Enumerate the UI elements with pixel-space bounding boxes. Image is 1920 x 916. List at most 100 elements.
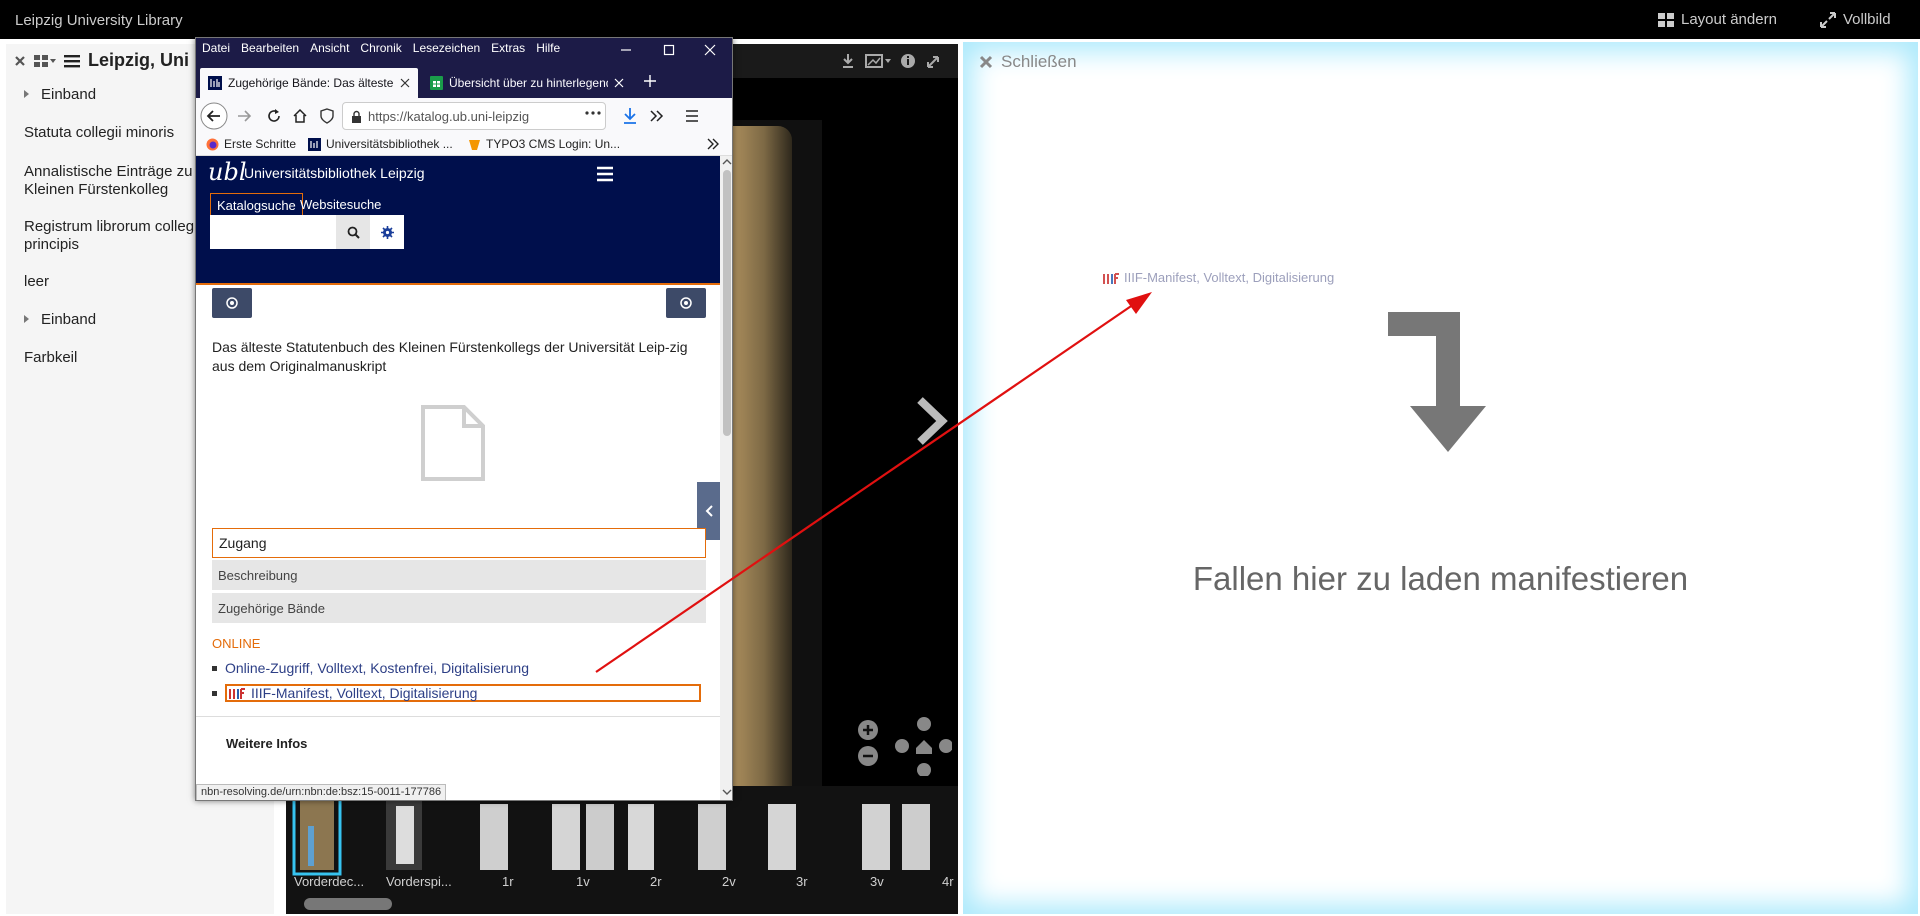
minimize-icon[interactable]: [618, 42, 634, 58]
tab-close-icon[interactable]: [400, 78, 410, 88]
zoom-pan-controls[interactable]: [856, 716, 952, 776]
next-page-chevron-icon[interactable]: [914, 396, 950, 446]
toc-item-label: Registrum librorum collegii principis: [24, 218, 201, 253]
browser-navigation-bar: https://katalog.ub.uni-leipzig: [196, 98, 732, 134]
layout-change-button[interactable]: Layout ändern: [1658, 11, 1777, 28]
caret-right-icon[interactable]: [24, 315, 29, 323]
horizontal-scrollbar-thumb[interactable]: [304, 898, 392, 910]
ubl-favicon-icon: [308, 137, 321, 151]
iiif-manifest-link[interactable]: IIIF-Manifest, Volltext, Digitalisierung: [225, 684, 701, 702]
menu-item-extras[interactable]: Extras: [491, 41, 525, 55]
bookmark-item[interactable]: Universitätsbibliothek ...: [308, 137, 453, 151]
page-actions-icon[interactable]: [584, 105, 602, 121]
scroll-down-icon[interactable]: [722, 788, 732, 796]
gear-icon: [380, 225, 394, 239]
close-window-icon[interactable]: [702, 42, 718, 58]
thumbnail-label: 2v: [722, 874, 736, 889]
close-icon[interactable]: [14, 55, 26, 67]
close-drop-panel-button[interactable]: Schließen: [979, 52, 1077, 72]
scrollbar-thumb[interactable]: [723, 170, 731, 436]
layout-change-label: Layout ändern: [1681, 11, 1777, 28]
bookmarks-overflow-icon[interactable]: [706, 137, 720, 151]
new-tab-icon[interactable]: [642, 73, 658, 89]
close-label: Schließen: [1001, 52, 1077, 71]
thumbnail-strip: [286, 786, 958, 914]
drop-instruction-text: Fallen hier zu laden manifestieren: [1192, 560, 1689, 597]
thumbnail-images[interactable]: [290, 796, 950, 878]
toc-item-label: leer: [24, 273, 50, 290]
thumbnail-label: 3r: [796, 874, 808, 889]
site-title[interactable]: Universitätsbibliothek Leipzig: [244, 165, 425, 181]
layout-grid-icon: [1658, 12, 1674, 27]
tab-title: Übersicht über zu hinterlegende: [449, 76, 608, 90]
shield-icon[interactable]: [320, 108, 334, 124]
back-icon[interactable]: [200, 102, 228, 130]
toc-item[interactable]: Registrum librorum collegii principis: [24, 218, 209, 254]
iiif-logo-icon: [229, 687, 245, 699]
online-access-link-label: Online-Zugriff, Volltext, Kostenfrei, Di…: [225, 660, 529, 676]
menu-item-hilfe[interactable]: Hilfe: [536, 41, 560, 55]
fullscreen-button[interactable]: Vollbild: [1820, 11, 1891, 28]
overflow-chevron-icon[interactable]: [648, 108, 664, 124]
tab-close-icon[interactable]: [614, 78, 624, 88]
iiif-manifest-link-label: IIIF-Manifest, Volltext, Digitalisierung: [251, 685, 478, 701]
toc-item-label: Einband: [41, 311, 97, 328]
page-scrollbar[interactable]: [720, 156, 732, 800]
firefox-icon: [206, 138, 219, 151]
viewer-tools-icons[interactable]: [842, 52, 952, 70]
search-options-button[interactable]: [370, 215, 404, 249]
toc-item-label: Annalistische Einträge zu Kleinen Fürste…: [24, 163, 193, 198]
scroll-up-icon[interactable]: [722, 158, 732, 166]
menu-item-datei[interactable]: Datei: [202, 41, 230, 55]
hamburger-menu-icon[interactable]: [684, 108, 700, 124]
ubl-favicon-icon: [208, 76, 222, 90]
next-record-button[interactable]: [666, 288, 706, 318]
home-icon[interactable]: [292, 108, 308, 124]
site-menu-icon[interactable]: [596, 166, 614, 182]
menu-item-bearbeiten[interactable]: Bearbeiten: [241, 41, 299, 55]
window-layout-icon[interactable]: [34, 54, 56, 67]
previous-record-button[interactable]: [212, 288, 252, 318]
online-access-link[interactable]: Online-Zugriff, Volltext, Kostenfrei, Di…: [212, 660, 529, 676]
forward-icon[interactable]: [236, 108, 252, 124]
search-icon: [347, 226, 360, 239]
thumbnail-label: 4r: [942, 874, 954, 889]
accordion-zugehoerige-baende[interactable]: Zugehörige Bände: [212, 593, 706, 623]
reload-icon[interactable]: [266, 108, 282, 124]
typo3-icon: [468, 138, 481, 151]
tab-katalogsuche[interactable]: Katalogsuche: [210, 193, 303, 215]
record-description: Das älteste Statutenbuch des Kleinen Für…: [212, 339, 688, 374]
toc-item-label: Einband: [41, 86, 97, 103]
browser-title-bar: Datei Bearbeiten Ansicht Chronik Lesezei…: [196, 38, 732, 64]
hamburger-menu-icon[interactable]: [64, 54, 80, 68]
app-title: Leipzig University Library: [15, 12, 183, 29]
menu-item-lesezeichen[interactable]: Lesezeichen: [413, 41, 480, 55]
menu-item-ansicht[interactable]: Ansicht: [310, 41, 349, 55]
browser-tab[interactable]: Übersicht über zu hinterlegende: [422, 68, 632, 98]
dragged-link-ghost: IIIF-Manifest, Volltext, Digitalisierung: [1103, 270, 1334, 285]
fullscreen-label: Vollbild: [1843, 11, 1891, 28]
ubl-logo[interactable]: ubl: [208, 158, 247, 186]
tab-websitesuche[interactable]: Websitesuche: [300, 197, 381, 212]
accordion-zugang[interactable]: Zugang: [212, 528, 706, 558]
menu-item-chronik[interactable]: Chronik: [360, 41, 401, 55]
toc-item-label: Statuta collegii minoris: [24, 124, 175, 141]
caret-right-icon[interactable]: [24, 90, 29, 98]
close-icon: [979, 55, 993, 69]
catalog-search-input[interactable]: [210, 215, 336, 249]
bookmark-item[interactable]: TYPO3 CMS Login: Un...: [468, 137, 620, 151]
browser-tab-active[interactable]: Zugehörige Bände: Das älteste S: [200, 68, 418, 98]
bookmark-item[interactable]: Erste Schritte: [206, 137, 296, 151]
url-bar[interactable]: https://katalog.ub.uni-leipzig: [342, 102, 606, 130]
maximize-icon[interactable]: [661, 42, 677, 58]
browser-window[interactable]: Datei Bearbeiten Ansicht Chronik Lesezei…: [195, 37, 733, 801]
iiif-manifest-link-row[interactable]: IIIF-Manifest, Volltext, Digitalisierung: [212, 684, 701, 702]
document-icon: [421, 405, 485, 481]
bookmark-label: Universitätsbibliothek ...: [326, 137, 453, 151]
accordion-beschreibung[interactable]: Beschreibung: [212, 560, 706, 590]
url-text: https://katalog.ub.uni-leipzig: [368, 108, 530, 124]
browser-tab-strip: Zugehörige Bände: Das älteste S Übersich…: [196, 64, 732, 98]
search-button[interactable]: [336, 215, 370, 249]
drop-zone-panel[interactable]: Schließen IIIF-Manifest, Volltext, Digit…: [963, 42, 1918, 914]
download-icon[interactable]: [622, 107, 638, 125]
